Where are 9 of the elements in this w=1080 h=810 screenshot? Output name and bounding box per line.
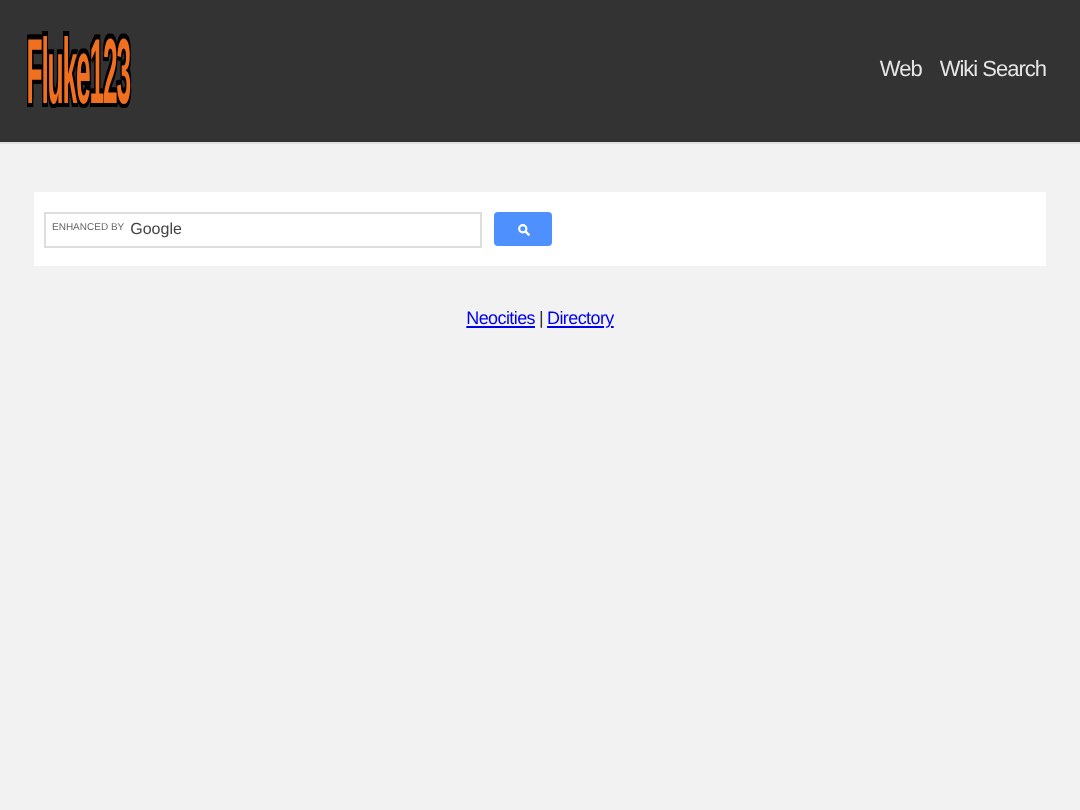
nav-link[interactable]: Wiki Search bbox=[939, 54, 1046, 88]
nav-link[interactable]: Web bbox=[879, 54, 922, 88]
logo[interactable]: Fluke123 bbox=[26, 1, 130, 141]
search-button[interactable] bbox=[494, 212, 552, 246]
branding-name: Google bbox=[130, 221, 182, 237]
search-icon bbox=[517, 223, 529, 235]
link-separator: | bbox=[538, 306, 544, 332]
footer-link[interactable]: Neocities bbox=[466, 306, 535, 333]
footer-link[interactable]: Directory bbox=[547, 306, 614, 333]
